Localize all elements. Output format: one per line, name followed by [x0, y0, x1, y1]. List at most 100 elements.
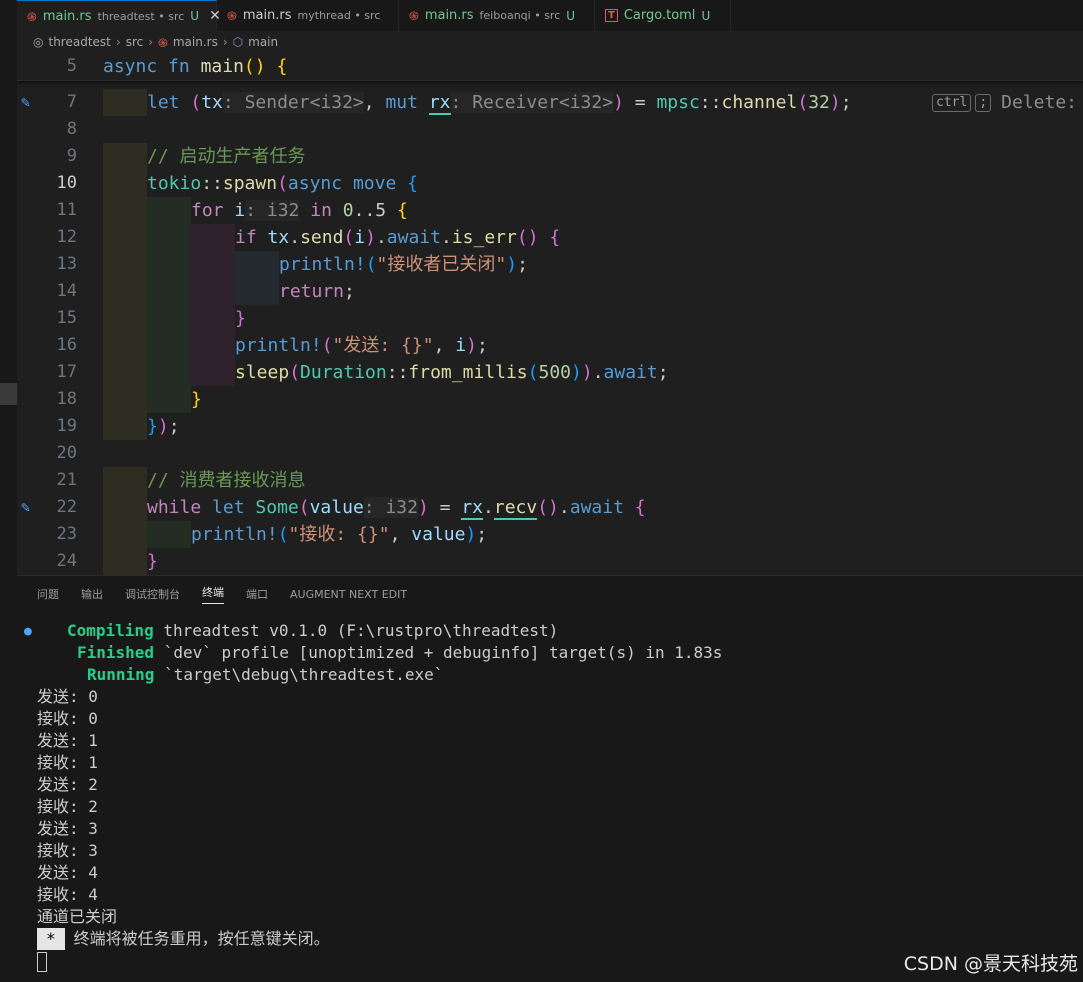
panel-tabs: 问题 输出 调试控制台 终端 端口 AUGMENT NEXT EDIT — [17, 576, 1083, 612]
line-number: 15 — [56, 308, 77, 328]
code-line[interactable]: 20 — [17, 440, 1083, 467]
sticky-scroll-line[interactable]: 5 async fn main() { — [17, 53, 1083, 81]
tab-main-rs-mythread[interactable]: ֍ main.rs mythread • src — [217, 0, 399, 31]
indent-guide — [191, 305, 235, 332]
code-line[interactable]: 12 if tx.send(i).await.is_err() { — [17, 224, 1083, 251]
tab-description: feiboanqi • src — [479, 9, 561, 22]
code-text: for i: i32 in 0..5 { — [191, 200, 408, 221]
code-line[interactable]: 23 println!("接收: {}", value); — [17, 521, 1083, 548]
breadcrumb-src[interactable]: src — [126, 35, 144, 49]
line-number: 9 — [66, 146, 77, 166]
code-text: while let Some(value: i32) = rx.recv().a… — [147, 497, 646, 520]
indent-guide — [103, 89, 147, 116]
indent-guide — [103, 170, 147, 197]
indent-guide — [103, 197, 147, 224]
code-line[interactable]: ✎ 7 let (tx: Sender<i32>, mut rx: Receiver… — [17, 89, 1083, 116]
tab-status-badge: U — [190, 9, 200, 23]
indent-guide — [103, 548, 147, 575]
indent-guide — [103, 143, 147, 170]
code-text: return; — [279, 281, 355, 302]
code-text: // 消费者接收消息 — [147, 470, 306, 491]
tab-label: main.rs — [42, 8, 92, 24]
indent-guide — [103, 305, 147, 332]
terminal-line: 通道已关闭 — [37, 907, 118, 926]
line-number: 19 — [56, 416, 77, 436]
next-edit-suggestion-icon[interactable]: ✎ — [21, 94, 30, 110]
line-number: 5 — [66, 56, 77, 76]
panel-tab[interactable]: 问题 — [37, 586, 59, 602]
panel-tab[interactable]: 端口 — [246, 586, 268, 602]
indent-guide — [191, 278, 235, 305]
indent-guide — [103, 224, 147, 251]
code-line[interactable]: 21 // 消费者接收消息 — [17, 467, 1083, 494]
rust-file-icon: ֍ — [409, 9, 419, 23]
code-text: async fn main() { — [103, 56, 288, 77]
terminal-cursor — [37, 951, 47, 972]
indent-guide — [147, 224, 191, 251]
line-number: 16 — [56, 335, 77, 355]
code-line[interactable]: 11 for i: i32 in 0..5 { — [17, 197, 1083, 224]
panel-tab[interactable]: AUGMENT NEXT EDIT — [290, 588, 407, 601]
line-number: 11 — [56, 200, 77, 220]
breadcrumb-symbol[interactable]: main — [248, 35, 278, 49]
code-line[interactable]: 9 // 启动生产者任务 — [17, 143, 1083, 170]
breadcrumb-file[interactable]: main.rs — [173, 35, 218, 49]
tab-main-rs-feiboanqi[interactable]: ֍ main.rs feiboanqi • src U — [399, 0, 595, 31]
rust-file-icon: ֍ — [227, 9, 237, 23]
code-line[interactable]: 17 sleep(Duration::from_millis(500)).awai… — [17, 359, 1083, 386]
code-line[interactable]: 19}); — [17, 413, 1083, 440]
line-number: 8 — [66, 119, 77, 139]
indent-guide — [103, 359, 147, 386]
rust-file-icon: ֍ — [158, 35, 168, 50]
code-text: } — [235, 308, 246, 329]
terminal-line: 发送: 3 — [37, 819, 98, 838]
code-line[interactable]: 8 — [17, 116, 1083, 143]
indent-guide — [103, 251, 147, 278]
chevron-right-icon: › — [222, 35, 228, 49]
indent-guide — [191, 251, 235, 278]
panel-tab[interactable]: 调试控制台 — [125, 586, 180, 602]
indent-guide — [147, 386, 191, 413]
inline-edit-hint[interactable]: ctrl; Delete: — [932, 89, 1077, 116]
line-number: 10 — [56, 173, 77, 193]
line-number: 18 — [56, 389, 77, 409]
prompt-star: * — [37, 928, 65, 950]
code-line[interactable]: 13 println!("接收者已关闭"); — [17, 251, 1083, 278]
indent-guide — [103, 332, 147, 359]
panel-tab[interactable]: 输出 — [81, 586, 103, 602]
code-editor[interactable]: 5 async fn main() { ✎ 7 let (tx: Sender<i32… — [17, 53, 1083, 575]
terminal[interactable]: ● Compiling threadtest v0.1.0 (F:\rustpr… — [17, 620, 1083, 972]
indent-guide — [235, 278, 279, 305]
code-line[interactable]: 10 tokio::spawn(async move { — [17, 170, 1083, 197]
code-text: } — [191, 389, 202, 410]
code-line[interactable]: ✎ 22 while let Some(value: i32) = rx.recv(… — [17, 494, 1083, 521]
code-text: if tx.send(i).await.is_err() { — [235, 227, 561, 248]
next-edit-suggestion-icon[interactable]: ✎ — [21, 499, 30, 515]
terminal-line: Running `target\debug\threadtest.exe` — [87, 665, 444, 684]
panel-tab[interactable]: 终端 — [202, 584, 224, 604]
indent-guide — [191, 224, 235, 251]
code-line[interactable]: 18} — [17, 386, 1083, 413]
indent-guide — [147, 251, 191, 278]
indent-guide — [191, 332, 235, 359]
code-line[interactable]: 24} — [17, 548, 1083, 575]
line-number: 17 — [56, 362, 77, 382]
rust-file-icon: ֍ — [27, 9, 37, 24]
terminal-line: 发送: 1 — [37, 731, 98, 750]
terminal-line: 发送: 4 — [37, 863, 98, 882]
indent-guide — [147, 521, 191, 548]
breadcrumb: ◎ threadtest › src › ֍ main.rs › ⬡ main — [17, 31, 1083, 53]
code-text: } — [147, 551, 158, 572]
code-line[interactable]: 16 println!("发送: {}", i); — [17, 332, 1083, 359]
tab-cargo-toml[interactable]: T Cargo.toml U — [595, 0, 731, 31]
indent-guide — [147, 278, 191, 305]
tab-main-rs-threadtest[interactable]: ֍ main.rs threadtest • src U ✕ — [17, 0, 221, 31]
code-line[interactable]: 14 return; — [17, 278, 1083, 305]
tab-label: main.rs — [242, 8, 292, 23]
terminal-line: 发送: 2 — [37, 775, 98, 794]
terminal-line: 接收: 1 — [37, 753, 98, 772]
terminal-line: 发送: 0 — [37, 687, 98, 706]
code-line[interactable]: 15} — [17, 305, 1083, 332]
breadcrumb-folder[interactable]: threadtest — [48, 35, 110, 49]
terminal-program-output: 发送: 0 接收: 0 发送: 1 接收: 1 发送: 2 接收: 2 发送: 3 接收: 3… — [17, 686, 1083, 928]
